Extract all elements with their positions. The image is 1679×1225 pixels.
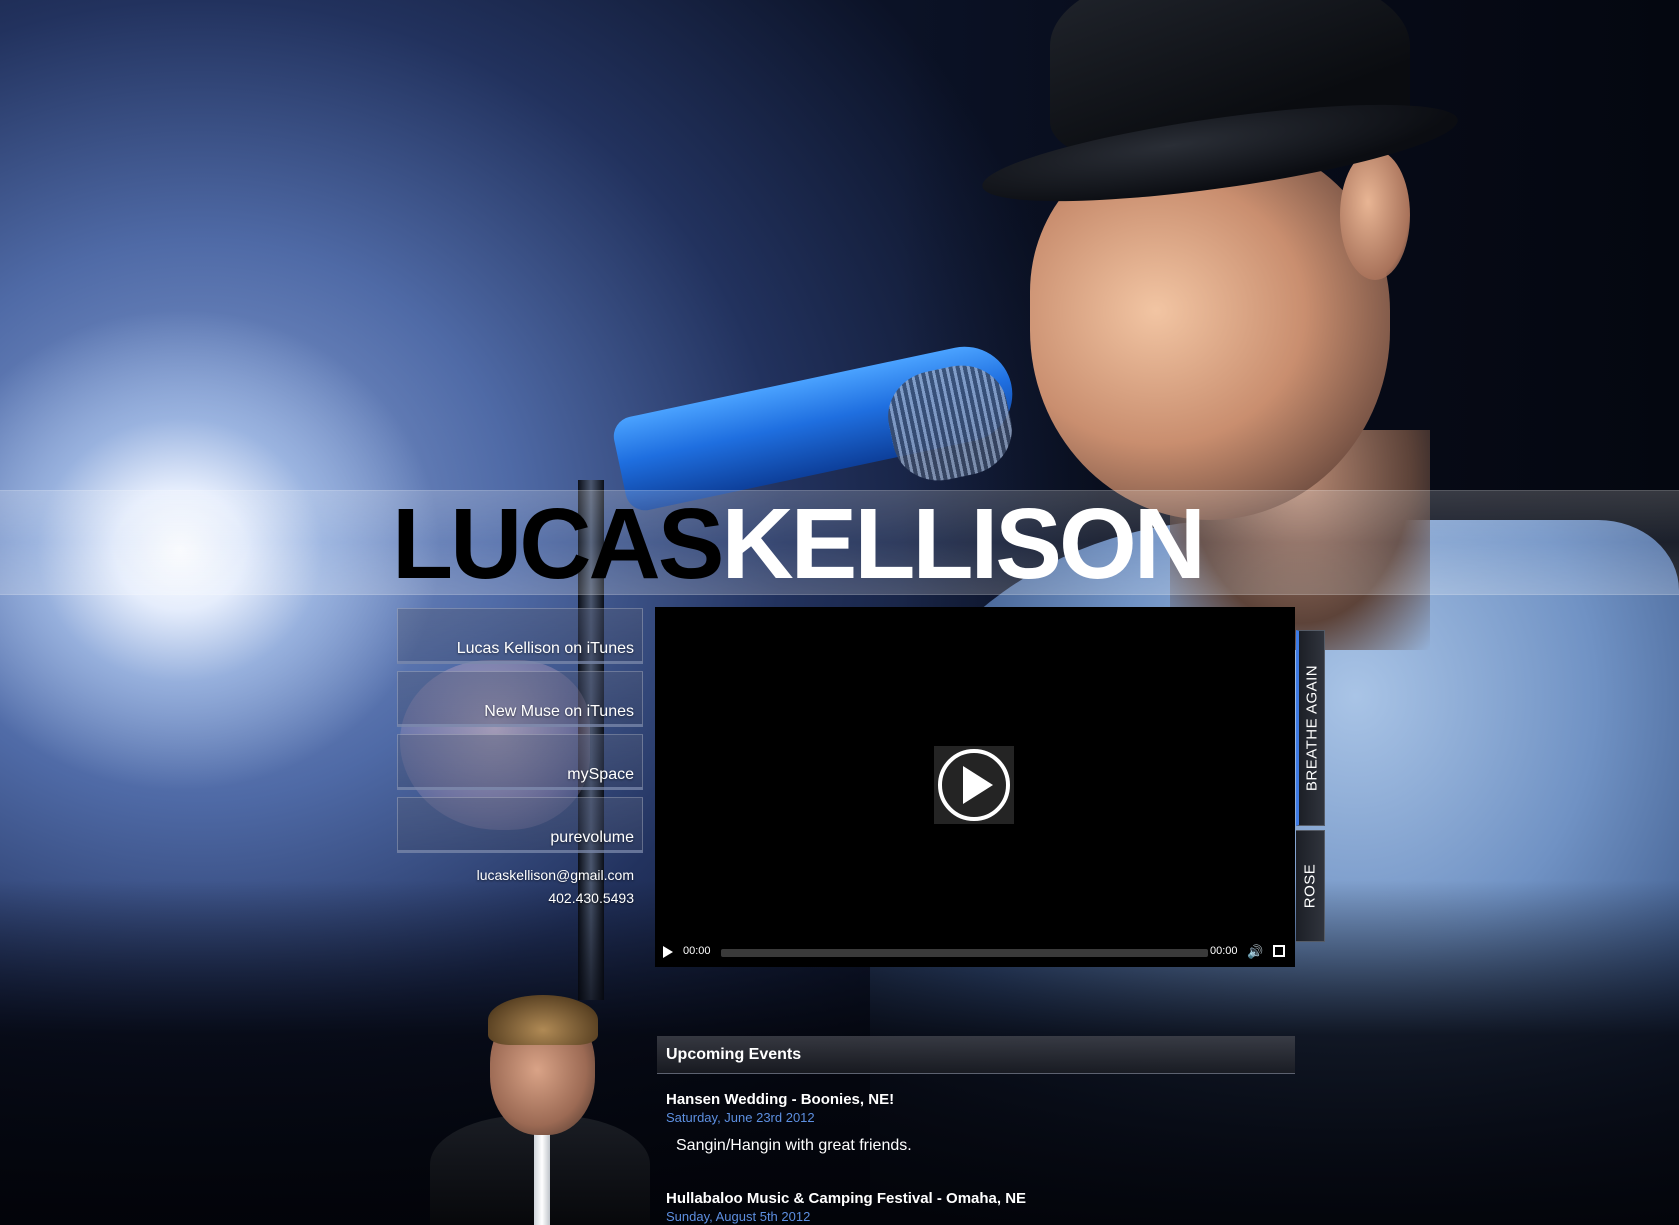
- tab-label: ROSE: [1301, 863, 1319, 909]
- myspace-link-button[interactable]: mySpace: [397, 734, 643, 790]
- events-heading: Upcoming Events: [657, 1036, 1295, 1074]
- artist-portrait: [430, 995, 650, 1225]
- event-item: Hullabaloo Music & Camping Festival - Om…: [666, 1190, 1286, 1225]
- new-muse-itunes-link-button[interactable]: New Muse on iTunes: [397, 671, 643, 727]
- link-label: Lucas Kellison on iTunes: [456, 640, 634, 657]
- event-name: Hansen Wedding - Boonies, NE!: [666, 1091, 895, 1108]
- tab-label: BREATHE AGAIN: [1303, 664, 1320, 792]
- purevolume-link-button[interactable]: purevolume: [397, 797, 643, 853]
- event-date: Sunday, August 5th 2012: [666, 1209, 811, 1224]
- big-play-button[interactable]: [934, 746, 1014, 824]
- tab-breathe-again[interactable]: BREATHE AGAIN: [1296, 630, 1325, 826]
- event-item: Hansen Wedding - Boonies, NE! Saturday, …: [666, 1091, 1286, 1156]
- title-first-name: LUCAS: [392, 488, 724, 600]
- play-icon: [963, 766, 993, 804]
- link-label: mySpace: [567, 766, 634, 783]
- duration: 00:00: [1210, 945, 1238, 957]
- event-date: Saturday, June 23rd 2012: [666, 1110, 815, 1125]
- singer-ear: [1340, 150, 1410, 280]
- tab-rose[interactable]: ROSE: [1296, 830, 1325, 942]
- current-time: 00:00: [683, 945, 711, 957]
- progress-bar[interactable]: [721, 949, 1208, 957]
- event-description: Sangin/Hangin with great friends.: [676, 1137, 912, 1154]
- portrait-tie: [534, 1125, 550, 1225]
- portrait-hair: [488, 995, 598, 1045]
- site-title: LUCASKELLISON: [392, 494, 1206, 594]
- player-controls: 00:00 00:00 🔊: [655, 937, 1295, 967]
- title-last-name: KELLISON: [721, 488, 1206, 600]
- link-label: New Muse on iTunes: [484, 703, 634, 720]
- event-name: Hullabaloo Music & Camping Festival - Om…: [666, 1190, 1027, 1207]
- phone-number: 402.430.5493: [548, 890, 634, 906]
- play-pause-button[interactable]: [663, 946, 673, 958]
- contact-info: lucaskellison@gmail.com 402.430.5493: [397, 864, 634, 910]
- itunes-link-button[interactable]: Lucas Kellison on iTunes: [397, 608, 643, 664]
- fullscreen-icon[interactable]: [1273, 945, 1285, 957]
- email-link[interactable]: lucaskellison@gmail.com: [477, 867, 634, 883]
- link-list: Lucas Kellison on iTunes New Muse on iTu…: [397, 608, 643, 860]
- video-player[interactable]: 00:00 00:00 🔊: [655, 607, 1295, 967]
- volume-icon[interactable]: 🔊: [1247, 945, 1263, 959]
- link-label: purevolume: [550, 829, 634, 846]
